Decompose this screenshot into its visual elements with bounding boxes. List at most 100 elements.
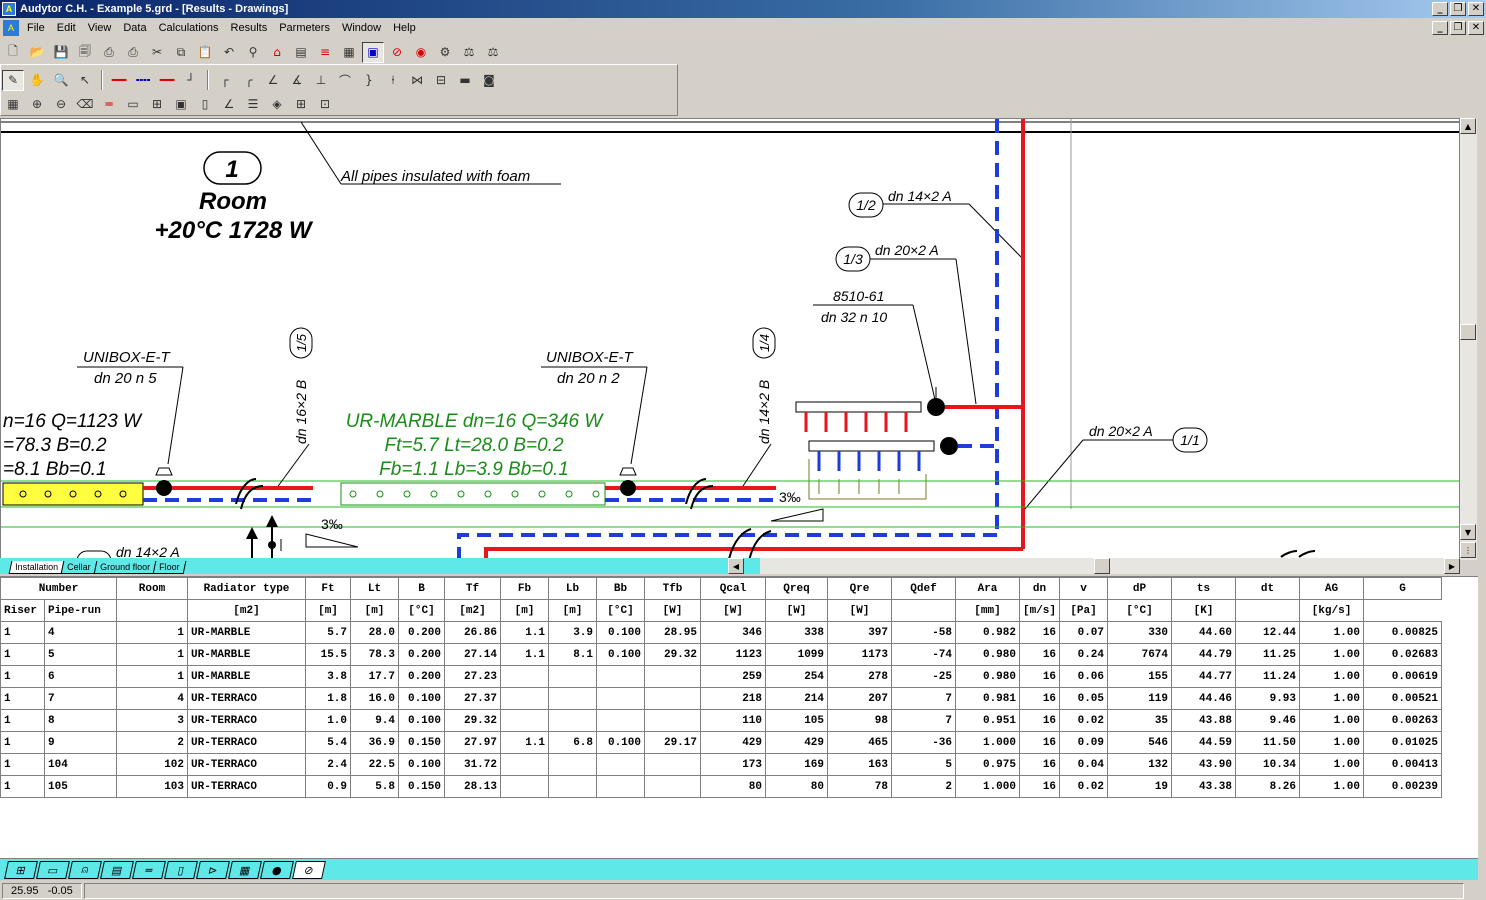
scroll-up-button[interactable]: ▲ — [1460, 118, 1476, 134]
tab-fittings-icon[interactable]: ⊞ — [4, 860, 38, 879]
header-cell[interactable]: G — [1363, 577, 1443, 600]
tab-gp-icon[interactable]: ⍝ — [68, 860, 102, 879]
radiator-icon[interactable]: ▬ — [454, 70, 476, 91]
riser-icon[interactable]: ⍿ — [382, 70, 404, 91]
tab-radiators-icon[interactable]: ▭ — [36, 860, 70, 879]
stop-icon[interactable]: ⊘ — [386, 42, 408, 63]
layer-grid-icon[interactable]: ⊞ — [290, 94, 312, 115]
menu-parameters[interactable]: Parmeters — [273, 22, 336, 34]
table-row[interactable]: 1 9 2 UR-TERRACO 5.4 36.9 0.150 27.97 1.1 6.8 0.10… — [0, 731, 1443, 754]
table-row[interactable]: 1 7 4 UR-TERRACO 1.8 16.0 0.100 27.37 218 214 207 7… — [0, 687, 1443, 710]
tee-icon[interactable]: ⊥ — [310, 70, 332, 91]
layer-pipes-icon[interactable]: ═ — [98, 94, 120, 115]
header-cell[interactable]: Qreq — [765, 577, 828, 600]
pipes-icon[interactable]: ≡ — [314, 42, 336, 63]
paste-icon[interactable]: 📋 — [194, 42, 216, 63]
layer-frame-icon[interactable]: ⊡ — [314, 94, 336, 115]
header-cell[interactable]: Number — [0, 577, 117, 600]
header-cell[interactable]: Tf — [444, 577, 501, 600]
scroll-right-button[interactable]: ▶ — [1444, 558, 1460, 574]
elbow-icon[interactable]: ┌ — [214, 70, 236, 91]
layer-fittings-icon[interactable]: ⊞ — [146, 94, 168, 115]
zoom-in-icon[interactable]: ⊕ — [26, 94, 48, 115]
header-cell[interactable]: B — [398, 577, 445, 600]
drawing-vertical-scrollbar[interactable]: ▲ ▼ ⋮ — [1460, 118, 1477, 560]
open-folder-icon[interactable]: 📂 — [26, 42, 48, 63]
angle-45b-icon[interactable]: ∡ — [286, 70, 308, 91]
header-cell[interactable]: Ara — [955, 577, 1020, 600]
tab-installation[interactable]: Installation — [8, 561, 65, 574]
header-cell[interactable]: Fb — [500, 577, 549, 600]
maximize-button[interactable]: ❐ — [1450, 2, 1466, 16]
manifold-icon[interactable]: ⊟ — [430, 70, 452, 91]
find-icon[interactable]: ⚲ — [242, 42, 264, 63]
tab-ground-floor[interactable]: Ground floor — [93, 561, 156, 574]
scroll-left-button[interactable]: ◀ — [728, 558, 744, 574]
tab-drawing-icon[interactable]: ▤ — [100, 860, 134, 879]
menu-data[interactable]: Data — [117, 22, 152, 34]
undo-icon[interactable]: ↶ — [218, 42, 240, 63]
supply-pipe-icon[interactable]: ━━ — [108, 70, 130, 91]
close-button[interactable]: ✕ — [1468, 2, 1484, 16]
doc-close-button[interactable]: ✕ — [1468, 21, 1484, 35]
bend-icon[interactable]: ╭ — [238, 70, 260, 91]
zoom-icon[interactable]: 🔍 — [50, 70, 72, 91]
print-preview-icon[interactable]: 🗐 — [74, 42, 96, 63]
menu-calculations[interactable]: Calculations — [153, 22, 225, 34]
header-cell[interactable]: Qdef — [891, 577, 956, 600]
header-cell[interactable]: dn — [1018, 577, 1061, 600]
menu-view[interactable]: View — [82, 22, 118, 34]
balance-icon[interactable]: ⚖ — [458, 42, 480, 63]
new-file-icon[interactable]: 🗋 — [2, 42, 24, 63]
tab-pump-icon[interactable]: ⊳ — [196, 860, 230, 879]
scroll-thumb[interactable] — [1460, 324, 1476, 340]
tab-nodes-icon[interactable]: ● — [260, 860, 294, 879]
drawing-icon[interactable]: ▤ — [290, 42, 312, 63]
header-cell[interactable]: Bb — [596, 577, 645, 600]
header-cell[interactable]: Qre — [827, 577, 892, 600]
drawing-canvas[interactable]: 1 Room +20°C 1728 W All pipes insulated … — [0, 118, 1460, 560]
pipe-end-icon[interactable]: ┘ — [180, 70, 202, 91]
menu-window[interactable]: Window — [336, 22, 387, 34]
edit-mode-icon[interactable]: ✎ — [2, 69, 24, 91]
doc-minimize-button[interactable]: _ — [1432, 21, 1448, 35]
split-icon[interactable]: ⋮ — [1460, 542, 1476, 558]
tab-cellar[interactable]: Cellar — [60, 561, 97, 574]
header-cell[interactable]: AG — [1299, 577, 1365, 600]
copy-icon[interactable]: ⧉ — [170, 42, 192, 63]
radiator-marble[interactable] — [340, 482, 606, 506]
angle-45-icon[interactable]: ∠ — [262, 70, 284, 91]
save-icon[interactable]: 💾 — [50, 42, 72, 63]
header-cell[interactable]: Tfb — [644, 577, 701, 600]
properties-icon[interactable]: ▦ — [2, 94, 24, 115]
doc-restore-button[interactable]: ❐ — [1450, 21, 1466, 35]
radiator-left[interactable] — [2, 482, 144, 506]
cut-icon[interactable]: ✂ — [146, 42, 168, 63]
menu-edit[interactable]: Edit — [51, 22, 82, 34]
header-cell[interactable]: dP — [1107, 577, 1173, 600]
calculator-icon[interactable]: ▦ — [338, 42, 360, 63]
table-row[interactable]: 1 4 1 UR-MARBLE 5.7 28.0 0.200 26.86 1.1 3.9 0.100… — [0, 621, 1443, 644]
header-cell[interactable]: Radiator type — [187, 577, 306, 600]
tab-valves-icon[interactable]: ▯ — [164, 860, 198, 879]
layer-color-icon[interactable]: ◈ — [266, 94, 288, 115]
header-cell[interactable]: Ft — [305, 577, 351, 600]
header-cell[interactable]: v — [1059, 577, 1109, 600]
pump-icon[interactable]: ◙ — [478, 70, 500, 91]
valve-icon[interactable]: ⚖ — [482, 42, 504, 63]
diagnostics-icon[interactable]: ◉ — [410, 42, 432, 63]
return-pipe-icon[interactable]: ╍╍ — [132, 70, 154, 91]
layer-rooms-icon[interactable]: ▣ — [170, 94, 192, 115]
header-cell[interactable]: dt — [1235, 577, 1301, 600]
crossing-icon[interactable]: ⌒ — [334, 70, 356, 91]
table-row[interactable]: 1 105 103 UR-TERRACO 0.9 5.8 0.150 28.13 80 80 78 2… — [0, 775, 1443, 798]
layer-radiators-icon[interactable]: ▭ — [122, 94, 144, 115]
eraser-icon[interactable]: ⌫ — [74, 94, 96, 115]
pipe-pair-icon[interactable]: ━━ — [156, 70, 178, 91]
tab-manifolds-icon[interactable]: ▦ — [228, 860, 262, 879]
menu-help[interactable]: Help — [387, 22, 422, 34]
pan-icon[interactable]: ✋ — [26, 70, 48, 91]
minimize-button[interactable]: _ — [1432, 2, 1448, 16]
tab-floor[interactable]: Floor — [152, 561, 186, 574]
settings-icon[interactable]: ⚙ — [434, 42, 456, 63]
